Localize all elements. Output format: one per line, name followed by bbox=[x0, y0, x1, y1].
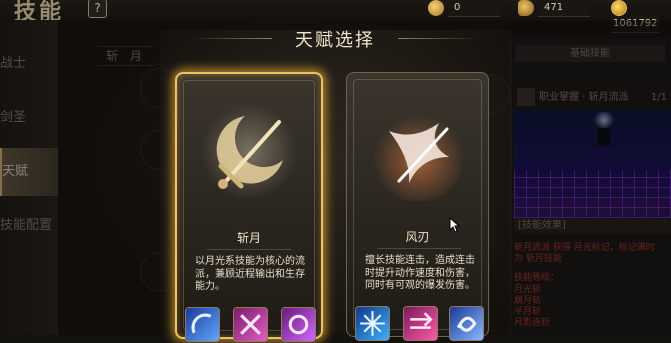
divider bbox=[207, 249, 291, 250]
modal-title: 天赋选择 bbox=[295, 30, 375, 51]
wind-blade-icon bbox=[373, 110, 465, 201]
talent-skill-icons bbox=[355, 306, 485, 342]
currency-2: 471 bbox=[518, 0, 590, 17]
crescent-coin-icon bbox=[518, 0, 534, 16]
currency-1-value: 0 bbox=[448, 0, 500, 17]
whirlwind-skill-icon[interactable] bbox=[449, 306, 484, 341]
divider bbox=[377, 248, 461, 249]
talent-card-fengren[interactable]: 风刃 擅长技能连击，造成连击时提升动作速度和伤害，同时有可观的爆发伤害。 bbox=[346, 72, 489, 341]
moon-slash-skill-icon[interactable] bbox=[185, 307, 220, 342]
title-deco-left bbox=[190, 38, 272, 39]
gold-coin-icon bbox=[611, 0, 627, 16]
help-button[interactable]: ? bbox=[88, 0, 107, 18]
mouse-cursor-icon bbox=[449, 217, 461, 233]
talent-name: 斩月 bbox=[236, 231, 261, 245]
crescent-sword-icon bbox=[201, 104, 297, 200]
talent-skill-icons bbox=[185, 307, 316, 343]
burst-skill-icon[interactable] bbox=[355, 306, 390, 341]
currency-1: 0 bbox=[428, 0, 500, 17]
dash-skill-icon[interactable] bbox=[403, 306, 438, 341]
title-deco-right bbox=[398, 38, 480, 39]
talent-description: 以月光系技能为核心的流派，兼顾近程输出和生存能力。 bbox=[195, 256, 305, 292]
currency-2-value: 471 bbox=[538, 0, 590, 17]
spiral-skill-icon[interactable] bbox=[281, 307, 316, 342]
crossed-blades-skill-icon[interactable] bbox=[233, 307, 268, 342]
talent-card-zhanyue[interactable]: 斩月 以月光系技能为核心的流派，兼顾近程输出和生存能力。 bbox=[175, 72, 323, 342]
currency-3: 1061792 bbox=[611, 0, 671, 33]
coin-icon bbox=[428, 0, 444, 16]
talent-description: 擅长技能连击，造成连击时提升动作速度和伤害，同时有可观的爆发伤害。 bbox=[365, 255, 475, 291]
talent-name: 风刃 bbox=[405, 230, 430, 244]
